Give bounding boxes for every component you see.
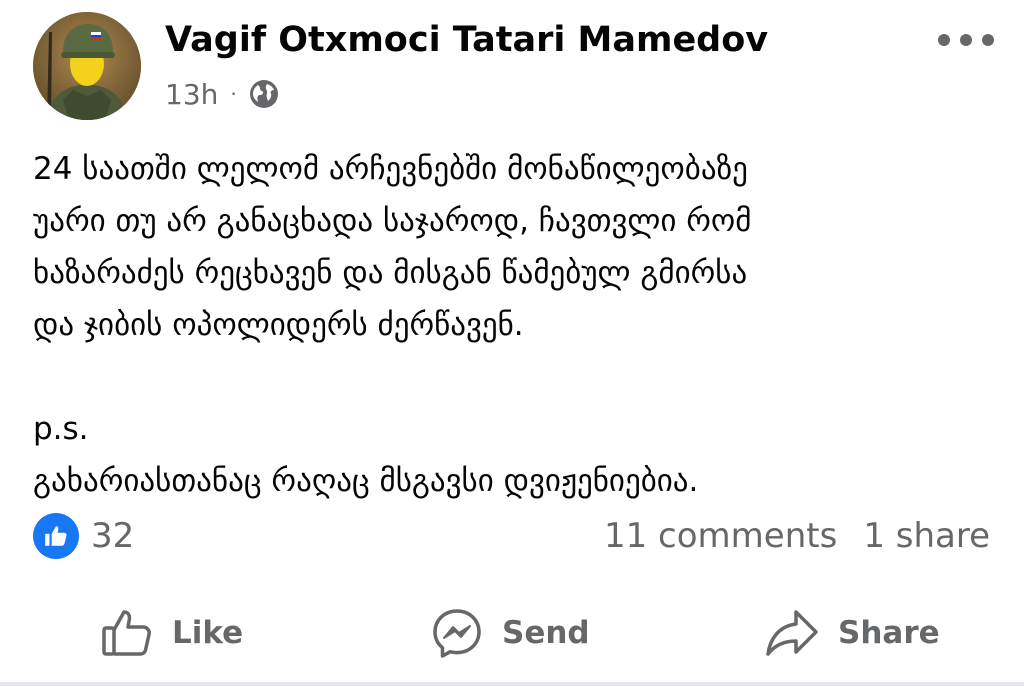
share-arrow-icon [766, 610, 818, 656]
avatar-image [33, 12, 141, 120]
reaction-count: 32 [91, 516, 135, 556]
like-reaction-icon [33, 513, 79, 559]
like-label: Like [172, 615, 244, 651]
more-options-icon[interactable] [938, 22, 994, 58]
send-button[interactable]: Send [430, 595, 590, 671]
globe-icon [249, 79, 279, 109]
share-label: Share [838, 615, 940, 651]
thumbs-up-icon [102, 610, 151, 656]
post-time[interactable]: 13h [165, 78, 218, 111]
post-meta: 13h · [165, 74, 279, 114]
post-body: 24 საათში ლელომ არჩევნებში მონაწილეობაზე… [33, 143, 1003, 507]
postscript-text: გახარიასთანაც რაღაც მსგავსი დვიჟენიებია. [33, 463, 699, 499]
post-text-line: უარი თუ არ განაცხადა საჯაროდ, ჩავთვლი რო… [33, 203, 752, 239]
action-bar: Like Send Share [0, 595, 1024, 671]
engagement-stats: 11 comments 1 share [604, 512, 990, 560]
messenger-icon [433, 609, 481, 658]
author-name[interactable]: Vagif Otxmoci Tatari Mamedov [165, 20, 768, 60]
post-header: Vagif Otxmoci Tatari Mamedov 13h · [0, 0, 1024, 130]
avatar[interactable] [33, 12, 141, 120]
reactions-summary[interactable]: 32 [33, 512, 134, 560]
divider [0, 682, 1024, 686]
more-dot [938, 34, 950, 46]
post-text-line: და ჯიბის ოპოლიდერს ძერწავენ. [33, 307, 524, 343]
comments-count[interactable]: 11 comments [604, 516, 837, 556]
postscript-label: p.s. [33, 411, 89, 447]
send-label: Send [502, 615, 590, 651]
more-dot [982, 34, 994, 46]
meta-separator: · [230, 82, 237, 106]
post-text-line: 24 საათში ლელომ არჩევნებში მონაწილეობაზე [33, 151, 748, 187]
share-button[interactable]: Share [764, 595, 940, 671]
more-dot [960, 34, 972, 46]
like-button[interactable]: Like [100, 595, 243, 671]
shares-count[interactable]: 1 share [863, 516, 990, 556]
post-text-line: ხაზარაძეს რეცხავენ და მისგან წამებულ გმი… [33, 255, 748, 291]
